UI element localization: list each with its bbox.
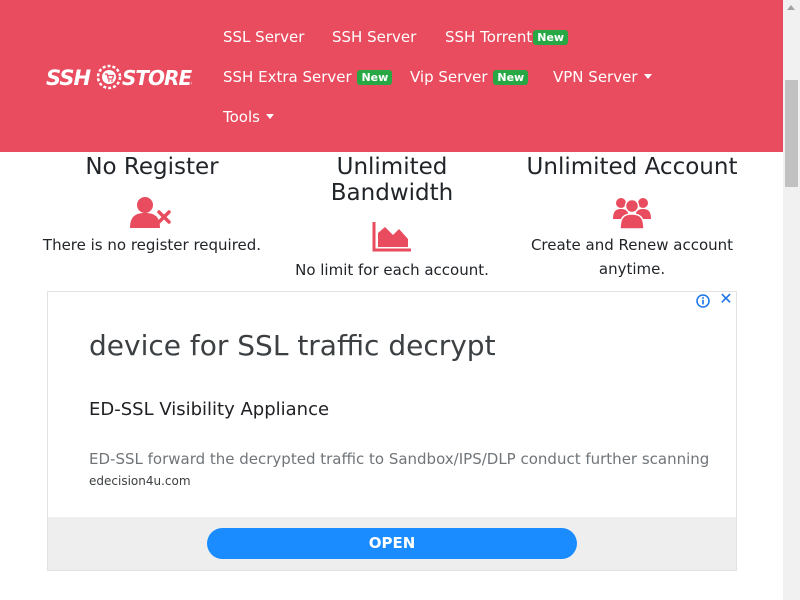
- nav-label: SSH Server: [332, 28, 417, 46]
- ad-domain[interactable]: edecision4u.com: [89, 473, 191, 489]
- nav-label: SSH Torrent: [445, 28, 533, 46]
- area-chart-icon: [372, 222, 411, 252]
- open-button[interactable]: OPEN: [207, 528, 577, 559]
- feature-title: No Register: [85, 154, 219, 180]
- ad-headline[interactable]: device for SSL traffic decrypt: [89, 328, 496, 364]
- new-badge: New: [493, 70, 529, 85]
- new-badge: New: [533, 30, 569, 45]
- feature-title: Unlimited Bandwidth: [330, 154, 454, 206]
- new-badge: New: [357, 70, 393, 85]
- feature-description: Create and Renew account anytime.: [530, 236, 734, 278]
- feature-description: No limit for each account.: [295, 261, 489, 279]
- ad-description: ED-SSL forward the decrypted traffic to …: [89, 450, 710, 468]
- feature-no-register: No Register There is no register require…: [32, 154, 272, 257]
- nav-tools-dropdown[interactable]: Tools: [223, 107, 274, 127]
- feature-unlimited-account: Unlimited Account Create and Renew accou…: [522, 154, 742, 281]
- close-icon[interactable]: ✕: [719, 292, 733, 307]
- nav-vip-server[interactable]: Vip Server New: [410, 67, 529, 87]
- svg-text:STORES: STORES: [122, 66, 192, 90]
- sshstores-logo[interactable]: SSH STORES: [46, 62, 192, 92]
- ad-banner[interactable]: ✕ device for SSL traffic decrypt ED-SSL …: [47, 291, 737, 571]
- nav-ssh-server[interactable]: SSH Server: [332, 27, 416, 47]
- ad-info-icon[interactable]: [696, 294, 710, 308]
- scroll-up-arrow-icon[interactable]: [787, 5, 795, 10]
- nav-ssh-torrent[interactable]: SSH Torrent New: [445, 27, 569, 47]
- nav-label: Tools: [223, 108, 260, 126]
- vertical-scrollbar[interactable]: [783, 0, 800, 600]
- ad-footer: OPEN: [48, 517, 736, 570]
- nav-label: SSH Extra Server: [223, 68, 352, 86]
- feature-unlimited-bandwidth: Unlimited Bandwidth No limit for each ac…: [282, 154, 502, 282]
- navbar: SSH STORES SSL Server SSH Server SSH Tor…: [0, 0, 783, 152]
- scrollbar-thumb[interactable]: [785, 80, 798, 187]
- nav-label: SSL Server: [223, 28, 305, 46]
- nav-label: VPN Server: [553, 68, 638, 86]
- feature-title: Unlimited Account: [526, 154, 738, 180]
- ad-subheadline[interactable]: ED-SSL Visibility Appliance: [89, 398, 329, 422]
- caret-down-icon: [643, 74, 652, 79]
- caret-down-icon: [265, 114, 274, 119]
- nav-ssh-extra-server[interactable]: SSH Extra Server New: [223, 67, 393, 87]
- feature-description: There is no register required.: [42, 236, 262, 254]
- users-icon: [613, 198, 651, 230]
- user-times-icon: [130, 197, 171, 228]
- nav-vpn-server-dropdown[interactable]: VPN Server: [553, 67, 652, 87]
- nav-label: Vip Server: [410, 68, 488, 86]
- svg-text:SSH: SSH: [46, 66, 92, 90]
- nav-ssl-server[interactable]: SSL Server: [223, 27, 304, 47]
